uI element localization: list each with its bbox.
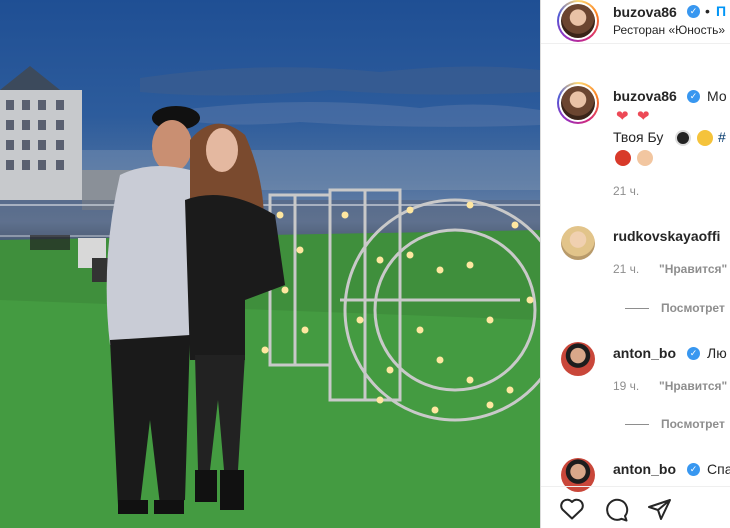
caption-username[interactable]: buzova86 bbox=[613, 88, 677, 104]
caption-text-line1: Мо bbox=[707, 88, 727, 104]
emoji-tongue-icon bbox=[697, 130, 713, 146]
comment-time[interactable]: 19 ч. bbox=[613, 379, 639, 393]
paper-plane-icon[interactable] bbox=[647, 497, 673, 523]
photo-scene bbox=[0, 66, 540, 528]
replies-divider bbox=[625, 424, 649, 425]
post-header: buzova86 ✓ • П Ресторан «Юность» bbox=[541, 0, 730, 44]
red-heart-emoji-icon: ❤ bbox=[637, 108, 650, 125]
comment-like-link[interactable]: "Нравится" bbox=[659, 262, 727, 276]
post-photo[interactable] bbox=[0, 0, 540, 528]
caption-time[interactable]: 21 ч. bbox=[613, 184, 639, 198]
verified-badge-icon: ✓ bbox=[687, 463, 700, 476]
comment-username[interactable]: anton_bo bbox=[613, 345, 676, 361]
red-heart-emoji-icon: ❤ bbox=[616, 108, 629, 125]
location-link[interactable]: Ресторан «Юность» bbox=[613, 23, 725, 37]
caption-hashtag[interactable]: # bbox=[718, 129, 726, 145]
post-actions-bar bbox=[541, 486, 730, 528]
verified-badge-icon: ✓ bbox=[687, 347, 700, 360]
commenter-avatar[interactable] bbox=[561, 226, 595, 260]
header-dot: • bbox=[705, 3, 710, 19]
post-side-panel: buzova86 ✓ • П Ресторан «Юность» buzova8… bbox=[540, 0, 730, 528]
comment-username[interactable]: anton_bo bbox=[613, 461, 676, 477]
devil-emoji-icon bbox=[615, 150, 631, 166]
comment-username[interactable]: rudkovskayaoffi bbox=[613, 228, 720, 244]
emoji-face-icon bbox=[675, 130, 691, 146]
view-replies-link[interactable]: Посмотрет bbox=[661, 301, 725, 315]
comment-icon[interactable] bbox=[603, 497, 629, 523]
comment-time[interactable]: 21 ч. bbox=[613, 262, 639, 276]
caption-text-line2: Твоя Бу bbox=[613, 129, 664, 145]
comment-text: Спа bbox=[707, 461, 730, 477]
view-replies-link[interactable]: Посмотрет bbox=[661, 417, 725, 431]
comment-text: Лю bbox=[707, 345, 727, 361]
verified-badge-icon: ✓ bbox=[687, 5, 700, 18]
commenter-avatar[interactable] bbox=[561, 342, 595, 376]
caption-avatar[interactable] bbox=[557, 82, 599, 124]
comment-like-link[interactable]: "Нравится" bbox=[659, 379, 727, 393]
hand-emoji-icon bbox=[637, 150, 653, 166]
author-avatar[interactable] bbox=[557, 0, 599, 42]
heart-outline-icon[interactable] bbox=[559, 497, 585, 521]
verified-badge-icon: ✓ bbox=[687, 90, 700, 103]
header-username[interactable]: buzova86 bbox=[613, 4, 677, 20]
follow-button[interactable]: П bbox=[716, 3, 726, 19]
replies-divider bbox=[625, 308, 649, 309]
